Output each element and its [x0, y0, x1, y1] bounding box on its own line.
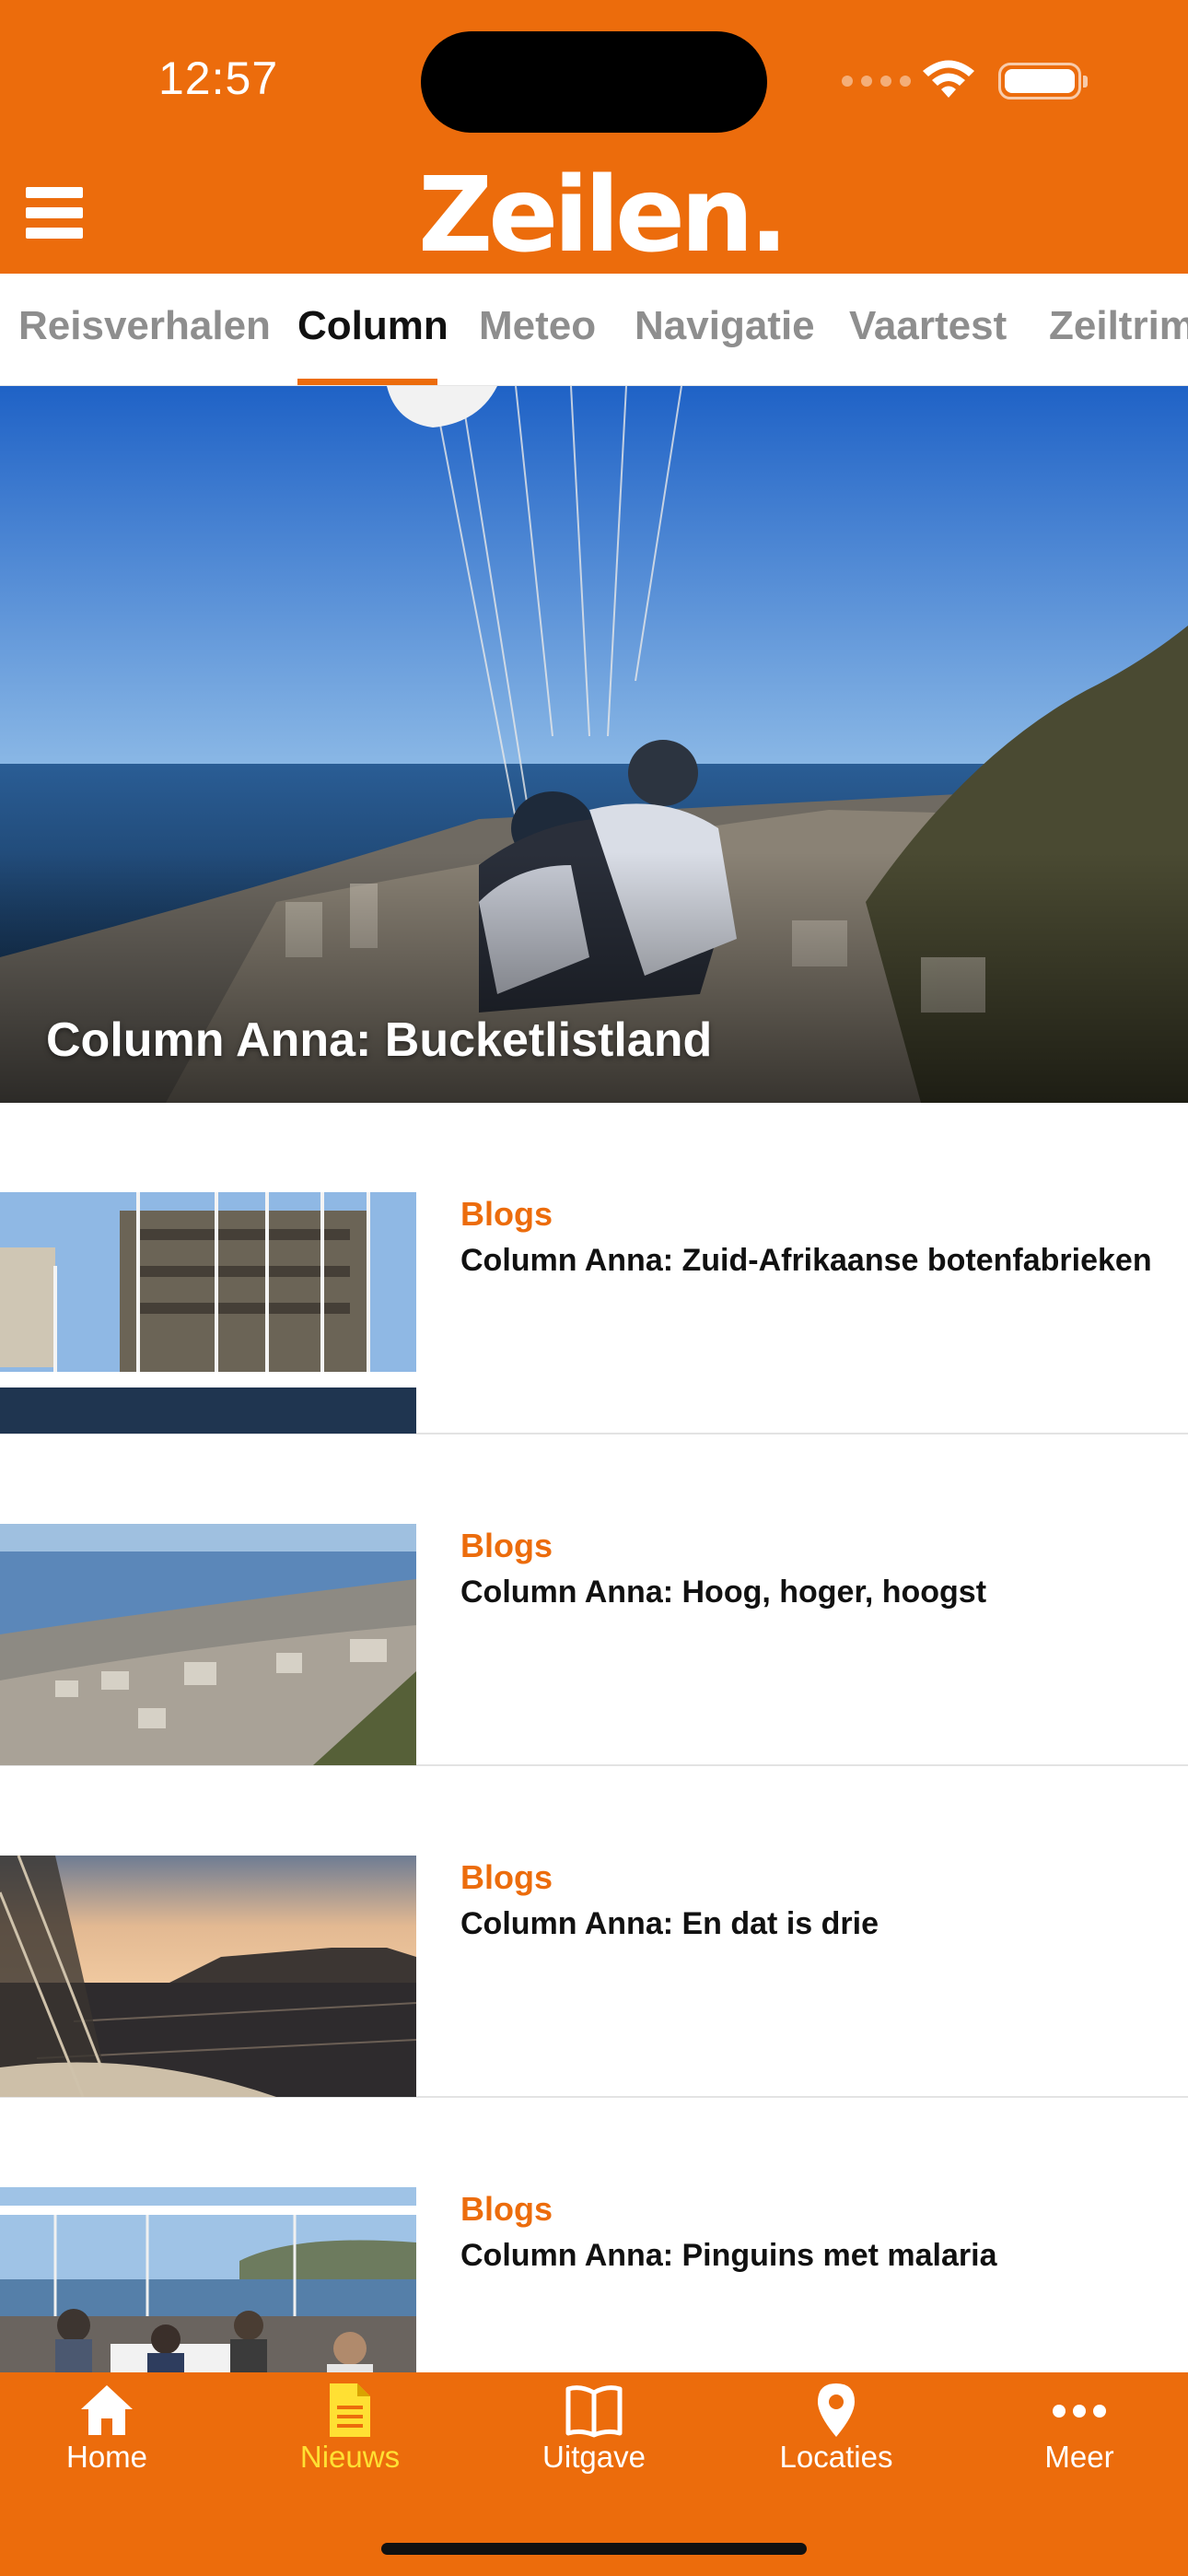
tabbar-label: Uitgave: [542, 2440, 646, 2474]
tab-column[interactable]: Column: [297, 303, 448, 349]
tabbar-label: Locaties: [779, 2440, 893, 2474]
tabbar-label: Nieuws: [299, 2440, 401, 2474]
list-item[interactable]: Blogs Column Anna: Hoog, hoger, hoogst: [0, 1434, 1188, 1766]
app-header: 12:57 Zeilen.: [0, 0, 1188, 274]
battery-icon: [998, 63, 1088, 100]
tabbar-home[interactable]: Home: [15, 2372, 199, 2511]
more-icon: [1053, 2405, 1106, 2418]
status-time: 12:57: [158, 53, 279, 104]
article-thumbnail: [0, 1192, 416, 1434]
hero-title[interactable]: Column Anna: Bucketlistland: [46, 1013, 712, 1068]
article-title[interactable]: Column Anna: En dat is drie: [460, 1906, 1160, 1942]
status-icons: [842, 55, 1088, 107]
article-title[interactable]: Column Anna: Hoog, hoger, hoogst: [460, 1575, 1160, 1610]
menu-icon[interactable]: [26, 187, 85, 244]
article-thumbnail: [0, 1524, 416, 1765]
hero-image: [0, 386, 1188, 1103]
home-indicator[interactable]: [381, 2543, 807, 2555]
article-thumbnail: [0, 1856, 416, 2097]
tabbar-locaties[interactable]: Locaties: [744, 2372, 928, 2511]
tabbar-meer[interactable]: Meer: [987, 2372, 1171, 2511]
tabbar-label: Meer: [1044, 2440, 1114, 2474]
news-icon: [330, 2383, 370, 2437]
zeilen-logo: Zeilen.: [418, 156, 788, 275]
tabbar-uitgave[interactable]: Uitgave: [502, 2372, 686, 2511]
dynamic-island: [421, 31, 767, 133]
wifi-icon: [923, 60, 974, 98]
article-category: Blogs: [460, 1858, 553, 1896]
tab-vaartest[interactable]: Vaartest: [849, 303, 1007, 349]
book-icon: [565, 2385, 623, 2438]
tabbar-label: Home: [65, 2440, 148, 2474]
list-item[interactable]: Blogs Column Anna: Zuid-Afrikaanse boten…: [0, 1103, 1188, 1434]
signal-icon: [842, 76, 911, 87]
article-title[interactable]: Column Anna: Zuid-Afrikaanse botenfabrie…: [460, 1243, 1160, 1279]
tab-navigatie[interactable]: Navigatie: [635, 303, 815, 349]
tab-reisverhalen[interactable]: Reisverhalen: [18, 303, 271, 349]
location-pin-icon: [818, 2383, 855, 2437]
active-tab-indicator: [297, 379, 437, 385]
hero-article[interactable]: Column Anna: Bucketlistland: [0, 386, 1188, 1103]
tab-meteo[interactable]: Meteo: [479, 303, 596, 349]
article-title[interactable]: Column Anna: Pinguins met malaria: [460, 2238, 1160, 2274]
home-icon: [81, 2385, 133, 2435]
category-tabs: Reisverhalen Column Meteo Navigatie Vaar…: [0, 274, 1188, 386]
article-category: Blogs: [460, 1195, 553, 1233]
article-category: Blogs: [460, 2190, 553, 2228]
tab-zeiltrim[interactable]: Zeiltrim: [1049, 303, 1188, 349]
tabbar-nieuws[interactable]: Nieuws: [258, 2372, 442, 2511]
list-item[interactable]: Blogs Column Anna: En dat is drie: [0, 1766, 1188, 2098]
article-category: Blogs: [460, 1527, 553, 1564]
